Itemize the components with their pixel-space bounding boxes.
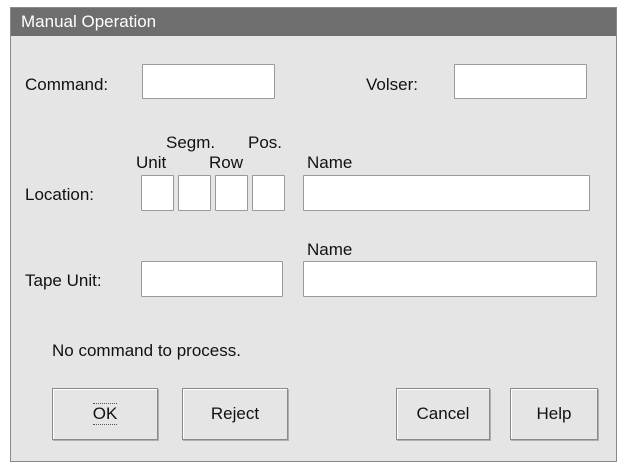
tape-unit-name-input[interactable] — [303, 261, 597, 297]
command-input[interactable] — [142, 64, 275, 99]
location-name-input[interactable] — [303, 175, 590, 211]
status-message: No command to process. — [52, 341, 241, 360]
tape-unit-input[interactable] — [141, 261, 283, 297]
title-bar: Manual Operation — [11, 8, 616, 36]
cancel-button-label: Cancel — [416, 404, 470, 423]
location-header-name: Name — [307, 153, 353, 172]
location-header-segm: Segm. — [166, 133, 216, 152]
location-label: Location: — [25, 185, 94, 204]
location-header-pos: Pos. — [248, 133, 283, 152]
cancel-button[interactable]: Cancel — [396, 388, 490, 440]
location-unit-input[interactable] — [141, 175, 174, 211]
manual-operation-dialog: Manual Operation Command: Volser: Segm. … — [10, 7, 617, 462]
reject-button[interactable]: Reject — [182, 388, 288, 440]
help-button-label: Help — [536, 404, 572, 423]
help-button[interactable]: Help — [510, 388, 598, 440]
window-title: Manual Operation — [21, 12, 157, 31]
tape-unit-header-name: Name — [307, 240, 353, 259]
location-header-row: Row — [209, 153, 244, 172]
location-segm-input[interactable] — [178, 175, 211, 211]
volser-label: Volser: — [366, 75, 418, 94]
location-pos-input[interactable] — [252, 175, 285, 211]
ok-button-label: OK — [92, 403, 118, 425]
location-row-input[interactable] — [215, 175, 248, 211]
ok-button[interactable]: OK — [52, 388, 158, 440]
location-header-unit: Unit — [136, 153, 167, 172]
reject-button-label: Reject — [210, 404, 260, 423]
tape-unit-label: Tape Unit: — [25, 271, 102, 290]
command-label: Command: — [25, 75, 109, 94]
volser-input[interactable] — [454, 64, 587, 99]
